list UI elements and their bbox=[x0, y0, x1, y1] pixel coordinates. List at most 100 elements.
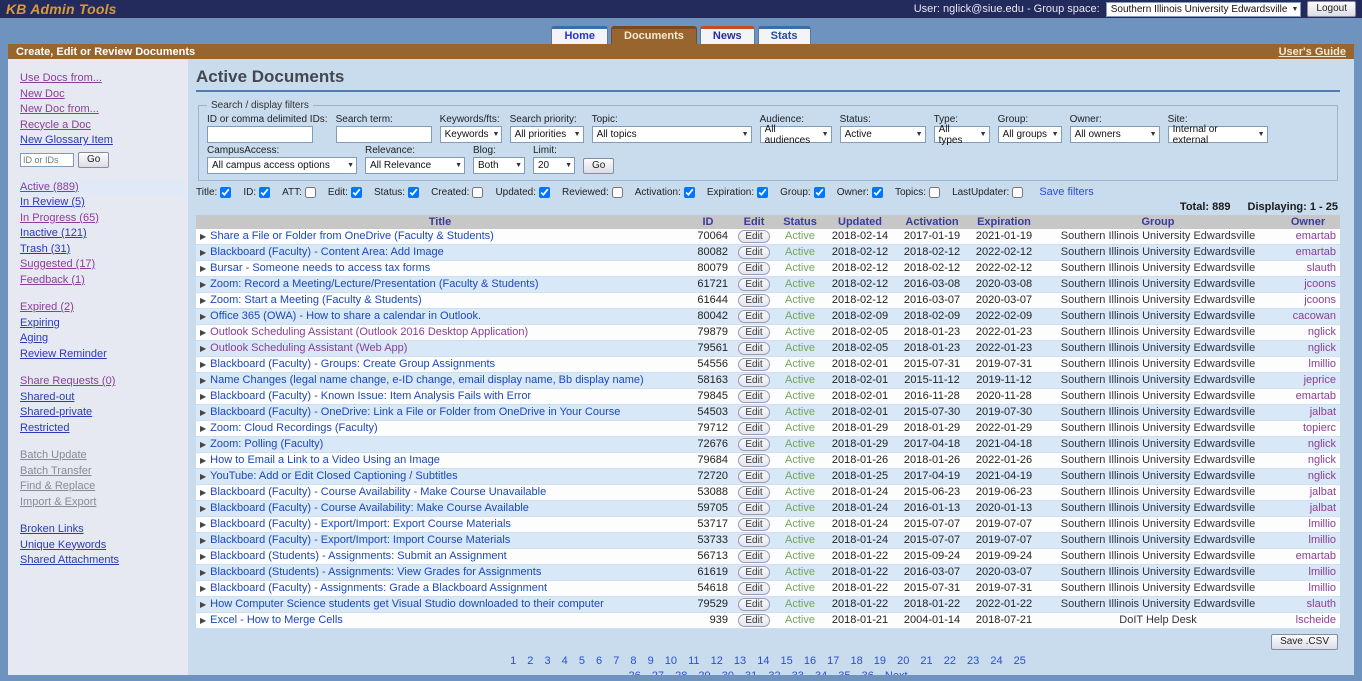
page-link[interactable]: 11 bbox=[688, 655, 699, 667]
group-space-select[interactable]: Southern Illinois University Edwardsvill… bbox=[1106, 2, 1302, 17]
document-title-link[interactable]: Blackboard (Faculty) - Export/Import: Ex… bbox=[210, 518, 511, 530]
campus-access-select[interactable]: All campus access options▼ bbox=[207, 157, 357, 174]
sidebar-link[interactable]: Inactive (121) bbox=[20, 226, 184, 242]
type-select[interactable]: All types▼ bbox=[934, 126, 990, 143]
edit-button[interactable]: Edit bbox=[738, 534, 769, 547]
document-title-link[interactable]: Blackboard (Faculty) - OneDrive: Link a … bbox=[210, 406, 620, 418]
edit-button[interactable]: Edit bbox=[738, 310, 769, 323]
save-filters-link[interactable]: Save filters bbox=[1039, 186, 1093, 198]
sidebar-link[interactable]: New Glossary Item bbox=[20, 133, 184, 149]
edit-button[interactable]: Edit bbox=[738, 374, 769, 387]
sidebar-link[interactable]: New Doc from... bbox=[20, 102, 184, 118]
sidebar-link[interactable]: Use Docs from... bbox=[20, 71, 184, 87]
document-title-link[interactable]: How to Email a Link to a Video Using an … bbox=[210, 454, 440, 466]
page-link[interactable]: 3 bbox=[544, 655, 550, 667]
owner-link[interactable]: emartab bbox=[1296, 550, 1336, 562]
sidebar-link[interactable]: Feedback (1) bbox=[20, 273, 184, 289]
column-toggle-checkbox[interactable] bbox=[929, 187, 940, 198]
sidebar-link[interactable]: Review Reminder bbox=[20, 347, 184, 363]
logout-button[interactable]: Logout bbox=[1307, 1, 1356, 17]
expand-arrow-icon[interactable]: ▶ bbox=[200, 536, 206, 545]
owner-link[interactable]: lscheide bbox=[1296, 614, 1336, 626]
owner-link[interactable]: nglick bbox=[1308, 342, 1336, 354]
page-link[interactable]: 32 bbox=[768, 670, 780, 675]
sidebar-link[interactable]: Share Requests (0) bbox=[20, 374, 184, 390]
owner-select[interactable]: All owners▼ bbox=[1070, 126, 1160, 143]
page-link[interactable]: 25 bbox=[1014, 655, 1026, 667]
page-link[interactable]: 10 bbox=[665, 655, 677, 667]
owner-link[interactable]: emartab bbox=[1296, 230, 1336, 242]
page-link[interactable]: 29 bbox=[698, 670, 710, 675]
document-title-link[interactable]: Zoom: Cloud Recordings (Faculty) bbox=[210, 422, 378, 434]
edit-button[interactable]: Edit bbox=[738, 246, 769, 259]
expand-arrow-icon[interactable]: ▶ bbox=[200, 552, 206, 561]
edit-button[interactable]: Edit bbox=[738, 422, 769, 435]
users-guide-link[interactable]: User's Guide bbox=[1279, 46, 1346, 58]
expand-arrow-icon[interactable]: ▶ bbox=[200, 504, 206, 513]
column-toggle-checkbox[interactable] bbox=[612, 187, 623, 198]
owner-link[interactable]: lmillio bbox=[1309, 518, 1337, 530]
document-title-link[interactable]: Blackboard (Faculty) - Course Availabili… bbox=[210, 502, 529, 514]
sidebar-link[interactable]: Restricted bbox=[20, 421, 184, 437]
expand-arrow-icon[interactable]: ▶ bbox=[200, 584, 206, 593]
page-link[interactable]: 26 bbox=[628, 670, 640, 675]
page-link[interactable]: 15 bbox=[781, 655, 793, 667]
expand-arrow-icon[interactable]: ▶ bbox=[200, 424, 206, 433]
edit-button[interactable]: Edit bbox=[738, 566, 769, 579]
edit-button[interactable]: Edit bbox=[738, 518, 769, 531]
sidebar-link[interactable]: Active (889) bbox=[20, 180, 184, 196]
page-link[interactable]: 20 bbox=[897, 655, 909, 667]
edit-button[interactable]: Edit bbox=[738, 582, 769, 595]
owner-link[interactable]: jalbat bbox=[1310, 486, 1336, 498]
expand-arrow-icon[interactable]: ▶ bbox=[200, 264, 206, 273]
page-link[interactable]: 27 bbox=[652, 670, 664, 675]
owner-link[interactable]: slauth bbox=[1307, 262, 1336, 274]
edit-button[interactable]: Edit bbox=[738, 326, 769, 339]
column-header-status[interactable]: Status bbox=[776, 215, 824, 229]
page-link[interactable]: 14 bbox=[757, 655, 769, 667]
column-header-group[interactable]: Group bbox=[1040, 215, 1276, 229]
relevance-select[interactable]: All Relevance▼ bbox=[365, 157, 465, 174]
column-header-id[interactable]: ID bbox=[684, 215, 732, 229]
sidebar-link[interactable]: Expired (2) bbox=[20, 300, 184, 316]
page-link[interactable]: 35 bbox=[838, 670, 850, 675]
owner-link[interactable]: nglick bbox=[1308, 326, 1336, 338]
id-filter-input[interactable] bbox=[207, 126, 313, 143]
expand-arrow-icon[interactable]: ▶ bbox=[200, 344, 206, 353]
column-toggle-checkbox[interactable] bbox=[472, 187, 483, 198]
audience-select[interactable]: All audiences▼ bbox=[760, 126, 832, 143]
column-toggle-checkbox[interactable] bbox=[259, 187, 270, 198]
filters-go-button[interactable]: Go bbox=[583, 158, 614, 174]
owner-link[interactable]: jalbat bbox=[1310, 502, 1336, 514]
limit-select[interactable]: 20▼ bbox=[533, 157, 575, 174]
site-select[interactable]: Internal or external▼ bbox=[1168, 126, 1268, 143]
sidebar-link[interactable]: New Doc bbox=[20, 87, 184, 103]
page-link[interactable]: 9 bbox=[648, 655, 654, 667]
expand-arrow-icon[interactable]: ▶ bbox=[200, 520, 206, 529]
column-header-title[interactable]: Title bbox=[196, 215, 684, 229]
owner-link[interactable]: nglick bbox=[1308, 470, 1336, 482]
page-link[interactable]: 18 bbox=[850, 655, 862, 667]
page-link[interactable]: 5 bbox=[579, 655, 585, 667]
search-term-input[interactable] bbox=[336, 126, 432, 143]
document-title-link[interactable]: YouTube: Add or Edit Closed Captioning /… bbox=[210, 470, 457, 482]
page-link[interactable]: 7 bbox=[613, 655, 619, 667]
page-link[interactable]: 36 bbox=[862, 670, 874, 675]
page-link[interactable]: 8 bbox=[630, 655, 636, 667]
column-header-updated[interactable]: Updated bbox=[824, 215, 896, 229]
column-toggle-checkbox[interactable] bbox=[757, 187, 768, 198]
sidebar-link[interactable]: Trash (31) bbox=[20, 242, 184, 258]
expand-arrow-icon[interactable]: ▶ bbox=[200, 280, 206, 289]
sidebar-id-input[interactable] bbox=[20, 153, 74, 167]
sidebar-link[interactable]: Broken Links bbox=[20, 522, 184, 538]
page-link[interactable]: 33 bbox=[792, 670, 804, 675]
edit-button[interactable]: Edit bbox=[738, 550, 769, 563]
sidebar-link[interactable]: Shared Attachments bbox=[20, 553, 184, 569]
page-link[interactable]: 23 bbox=[967, 655, 979, 667]
topic-select[interactable]: All topics▼ bbox=[592, 126, 752, 143]
document-title-link[interactable]: Blackboard (Faculty) - Groups: Create Gr… bbox=[210, 358, 495, 370]
nav-tab[interactable]: Stats bbox=[758, 26, 811, 44]
sidebar-link[interactable]: Shared-private bbox=[20, 405, 184, 421]
document-title-link[interactable]: Blackboard (Faculty) - Content Area: Add… bbox=[210, 246, 444, 258]
search-priority-select[interactable]: All priorities▼ bbox=[510, 126, 584, 143]
